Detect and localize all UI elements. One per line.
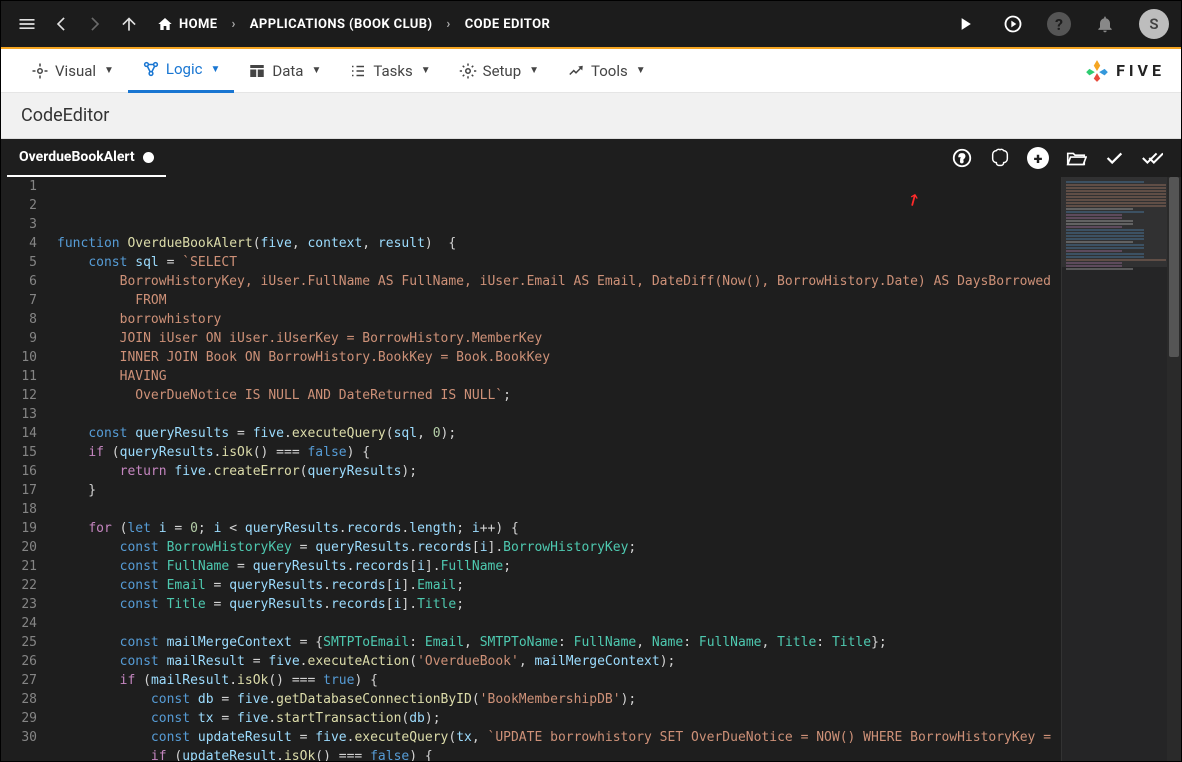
chevron-right-icon: › [231, 17, 235, 32]
code-line[interactable]: FROM [57, 291, 1061, 310]
breadcrumb: HOME › APPLICATIONS (BOOK CLUB) › CODE E… [157, 16, 550, 32]
help-editor-icon[interactable]: ? [951, 147, 973, 169]
code-line[interactable]: const mailResult = five.executeAction('O… [57, 652, 1061, 671]
editor-file-tab[interactable]: OverdueBookAlert [7, 139, 166, 177]
logo-icon [1084, 58, 1110, 84]
help-icon[interactable]: ? [1047, 12, 1071, 36]
editor-tabs: OverdueBookAlert ? + [1, 139, 1181, 177]
code-line[interactable] [57, 405, 1061, 424]
scrollbar-thumb[interactable] [1169, 177, 1179, 357]
tab-label: Tasks [373, 62, 412, 80]
code-line[interactable]: if (mailResult.isOk() === true) { [57, 671, 1061, 690]
brand-logo: FIVE [1084, 58, 1165, 84]
open-folder-icon[interactable] [1065, 147, 1087, 169]
minimap[interactable] [1061, 177, 1181, 761]
breadcrumb-apps[interactable]: APPLICATIONS (BOOK CLUB) [250, 17, 433, 32]
code-line[interactable]: const Email = queryResults.records[i].Em… [57, 576, 1061, 595]
tab-logic[interactable]: Logic▼ [128, 49, 234, 93]
code-lines[interactable]: ↗ function OverdueBookAlert(five, contex… [49, 177, 1061, 761]
home-icon [157, 16, 173, 32]
code-line[interactable]: return five.createError(queryResults); [57, 462, 1061, 481]
code-line[interactable]: OverDueNotice IS NULL AND DateReturned I… [57, 386, 1061, 405]
code-line[interactable] [57, 500, 1061, 519]
add-icon[interactable]: + [1027, 147, 1049, 169]
main-tabs: Visual▼Logic▼Data▼Tasks▼Setup▼Tools▼ FIV… [1, 49, 1181, 93]
top-bar: HOME › APPLICATIONS (BOOK CLUB) › CODE E… [1, 1, 1181, 49]
code-line[interactable]: const mailMergeContext = {SMTPToEmail: E… [57, 633, 1061, 652]
code-line[interactable]: const db = five.getDatabaseConnectionByI… [57, 690, 1061, 709]
hamburger-icon[interactable] [13, 10, 41, 38]
page-subheader: CodeEditor [1, 93, 1181, 139]
code-area[interactable]: 1234567891011121314151617181920212223242… [1, 177, 1181, 761]
bell-icon[interactable] [1091, 10, 1119, 38]
check-all-icon[interactable] [1141, 147, 1163, 169]
page-title: CodeEditor [21, 105, 109, 126]
file-tab-label: OverdueBookAlert [19, 149, 135, 165]
tab-label: Tools [591, 62, 628, 80]
code-line[interactable]: const BorrowHistoryKey = queryResults.re… [57, 538, 1061, 557]
code-line[interactable]: INNER JOIN Book ON BorrowHistory.BookKey… [57, 348, 1061, 367]
tab-label: Logic [166, 60, 203, 78]
code-line[interactable] [57, 614, 1061, 633]
tab-data[interactable]: Data▼ [234, 49, 335, 93]
avatar[interactable]: S [1139, 9, 1169, 39]
code-line[interactable]: const Title = queryResults.records[i].Ti… [57, 595, 1061, 614]
logo-text: FIVE [1116, 61, 1165, 80]
code-line[interactable]: const queryResults = five.executeQuery(s… [57, 424, 1061, 443]
code-line[interactable]: if (queryResults.isOk() === false) { [57, 443, 1061, 462]
home-label: HOME [179, 17, 217, 32]
line-gutter: 1234567891011121314151617181920212223242… [1, 177, 49, 761]
code-line[interactable]: const tx = five.startTransaction(db); [57, 709, 1061, 728]
forward-icon [81, 10, 109, 38]
check-single-icon[interactable] [1103, 147, 1125, 169]
code-editor: OverdueBookAlert ? + 1234567891011121314… [1, 139, 1181, 761]
code-line[interactable]: if (updateResult.isOk() === false) { [57, 747, 1061, 761]
code-line[interactable]: } [57, 481, 1061, 500]
code-line[interactable]: for (let i = 0; i < queryResults.records… [57, 519, 1061, 538]
breadcrumb-home[interactable]: HOME [157, 16, 217, 32]
code-line[interactable]: const updateResult = five.executeQuery(t… [57, 728, 1061, 747]
tab-visual[interactable]: Visual▼ [17, 49, 128, 93]
svg-text:?: ? [959, 152, 965, 166]
code-line[interactable]: const sql = `SELECT [57, 253, 1061, 272]
deploy-icon[interactable] [999, 10, 1027, 38]
tab-label: Visual [55, 62, 96, 80]
dirty-indicator-icon [143, 152, 154, 163]
annotation-arrow-icon: ↗ [902, 187, 923, 210]
code-line[interactable]: borrowhistory [57, 310, 1061, 329]
brain-icon[interactable] [989, 147, 1011, 169]
back-icon[interactable] [47, 10, 75, 38]
tab-tools[interactable]: Tools▼ [553, 49, 660, 93]
tab-setup[interactable]: Setup▼ [445, 49, 553, 93]
up-icon[interactable] [115, 10, 143, 38]
code-line[interactable]: HAVING [57, 367, 1061, 386]
tab-label: Data [272, 62, 303, 80]
chevron-right-icon: › [446, 17, 450, 32]
code-line[interactable]: function OverdueBookAlert(five, context,… [57, 234, 1061, 253]
play-icon[interactable] [951, 10, 979, 38]
code-line[interactable]: const FullName = queryResults.records[i]… [57, 557, 1061, 576]
breadcrumb-editor[interactable]: CODE EDITOR [465, 17, 550, 32]
tab-tasks[interactable]: Tasks▼ [335, 49, 444, 93]
vertical-scrollbar[interactable] [1167, 177, 1181, 761]
code-line[interactable]: JOIN iUser ON iUser.iUserKey = BorrowHis… [57, 329, 1061, 348]
code-line[interactable]: BorrowHistoryKey, iUser.FullName AS Full… [57, 272, 1061, 291]
tab-label: Setup [483, 62, 521, 80]
